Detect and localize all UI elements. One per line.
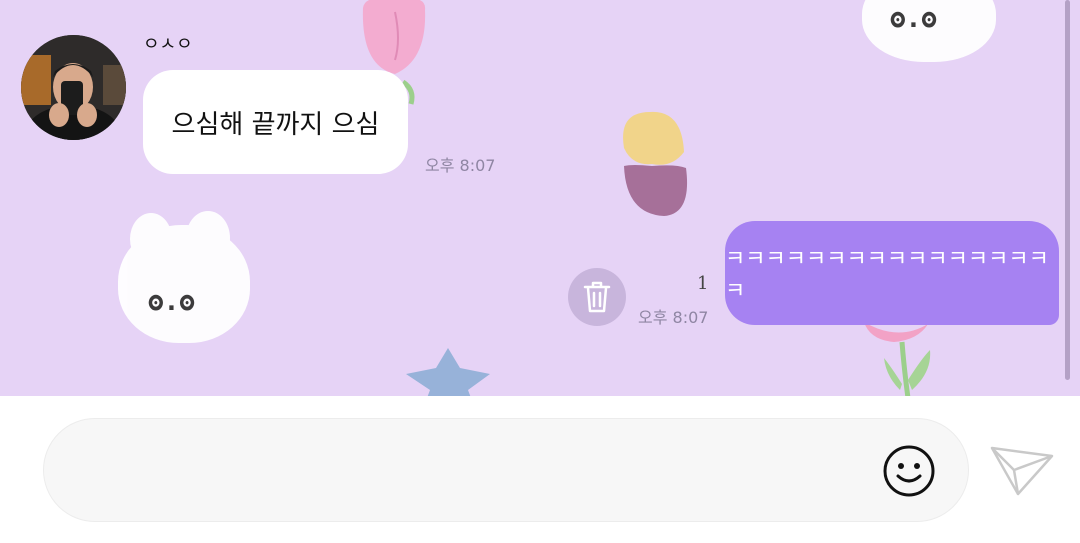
star-decoration	[406, 348, 490, 396]
emoji-button[interactable]	[882, 444, 936, 498]
delete-message-button[interactable]	[568, 268, 626, 326]
profile-photo	[21, 35, 126, 140]
sender-name: ㅇㅅㅇ	[143, 34, 193, 55]
message-input[interactable]	[84, 449, 868, 495]
outgoing-message-time: 오후 8:07	[638, 308, 709, 327]
outgoing-message-text: ㅋㅋㅋㅋㅋㅋㅋㅋㅋㅋㅋㅋㅋㅋㅋㅋㅋ	[725, 247, 1049, 304]
sweet-potato-decoration	[623, 111, 688, 216]
avatar[interactable]	[21, 35, 126, 140]
trash-icon	[583, 281, 611, 313]
message-composer[interactable]	[43, 418, 969, 522]
bunny-face: ʘ.ʘ	[148, 287, 195, 317]
scrollbar[interactable]	[1065, 0, 1070, 380]
incoming-message-text: 으심해 끝까지 으심	[171, 109, 380, 140]
message-list[interactable]: ʘ.ʘ ʘ.ʘ ㅇㅅㅇ 으심해 끝까지 으심 오후 8:07 1 오후 8:07…	[0, 0, 1080, 396]
unread-count: 1	[697, 273, 709, 294]
bunny-face: ʘ.ʘ	[890, 4, 937, 34]
bunny-sticker-decoration: ʘ.ʘ	[862, 0, 996, 62]
incoming-message-time: 오후 8:07	[425, 156, 496, 175]
bunny-sticker-decoration: ʘ.ʘ	[118, 211, 250, 343]
chat-screen: ʘ.ʘ ʘ.ʘ ㅇㅅㅇ 으심해 끝까지 으심 오후 8:07 1 오후 8:07…	[0, 0, 1080, 543]
paper-plane-icon	[990, 446, 1054, 496]
smiley-icon	[883, 445, 935, 497]
tulip-decoration	[864, 322, 931, 396]
incoming-message-bubble[interactable]: 으심해 끝까지 으심	[143, 70, 408, 174]
send-button[interactable]	[988, 440, 1056, 498]
outgoing-message-bubble[interactable]: ㅋㅋㅋㅋㅋㅋㅋㅋㅋㅋㅋㅋㅋㅋㅋㅋㅋ	[725, 221, 1059, 325]
